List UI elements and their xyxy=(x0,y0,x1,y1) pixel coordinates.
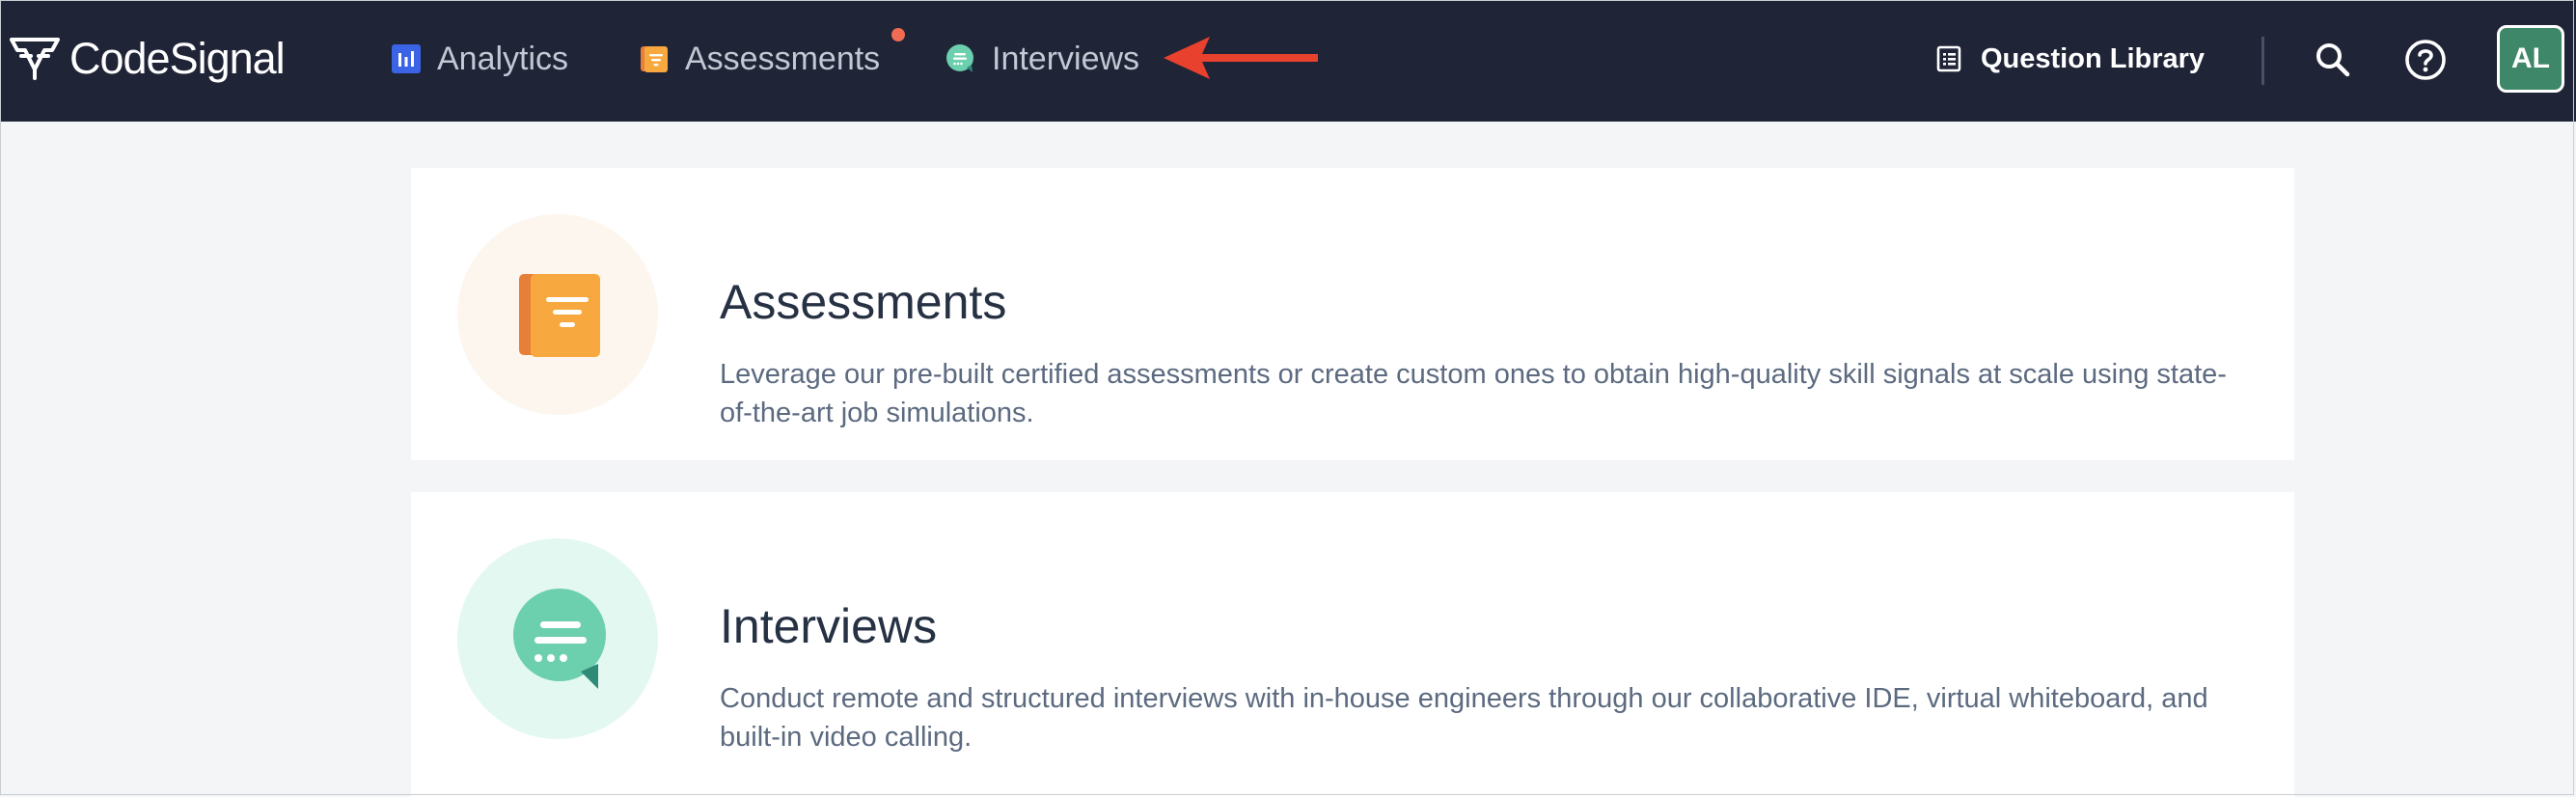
top-navigation-bar: CodeSignal Analytics Assessments Intervi… xyxy=(0,0,2576,122)
nav-item-label: Assessments xyxy=(685,40,881,77)
question-library-label: Question Library xyxy=(1981,42,2206,74)
search-button[interactable] xyxy=(2308,35,2358,85)
nav-item-analytics[interactable]: Analytics xyxy=(391,35,568,83)
card-title: Interviews xyxy=(720,598,938,653)
interviews-card[interactable]: Interviews Conduct remote and structured… xyxy=(411,492,2294,797)
help-button[interactable] xyxy=(2400,35,2451,85)
assessments-card-icon-circle xyxy=(457,214,658,415)
nav-item-assessments[interactable]: Assessments xyxy=(639,35,880,83)
annotation-arrow-icon xyxy=(1164,37,1318,79)
card-description: Conduct remote and structured interviews… xyxy=(720,683,2208,753)
assessments-icon xyxy=(641,46,668,72)
codesignal-logo-icon xyxy=(10,38,60,80)
question-library-link[interactable]: Question Library xyxy=(1936,35,2205,83)
brand-name: CodeSignal xyxy=(69,34,286,83)
nav-divider xyxy=(2261,37,2264,85)
question-library-icon xyxy=(1936,45,1961,72)
nav-item-interviews[interactable]: Interviews xyxy=(945,35,1139,83)
interviews-card-icon-circle xyxy=(457,538,658,739)
notification-dot xyxy=(891,28,905,41)
interviews-icon xyxy=(513,589,606,689)
interviews-icon xyxy=(946,44,973,72)
help-icon xyxy=(2405,40,2446,80)
codesignal-logo[interactable]: CodeSignal xyxy=(10,29,286,89)
nav-item-label: Interviews xyxy=(992,40,1140,77)
nav-item-label: Analytics xyxy=(437,40,569,77)
assessments-icon xyxy=(519,274,600,357)
card-description: Leverage our pre-built certified assessm… xyxy=(720,359,2227,428)
card-title: Assessments xyxy=(720,274,1007,329)
search-icon xyxy=(2316,43,2350,77)
user-avatar[interactable]: AL xyxy=(2497,25,2564,93)
assessments-card[interactable]: Assessments Leverage our pre-built certi… xyxy=(411,168,2294,460)
analytics-icon xyxy=(392,44,421,73)
